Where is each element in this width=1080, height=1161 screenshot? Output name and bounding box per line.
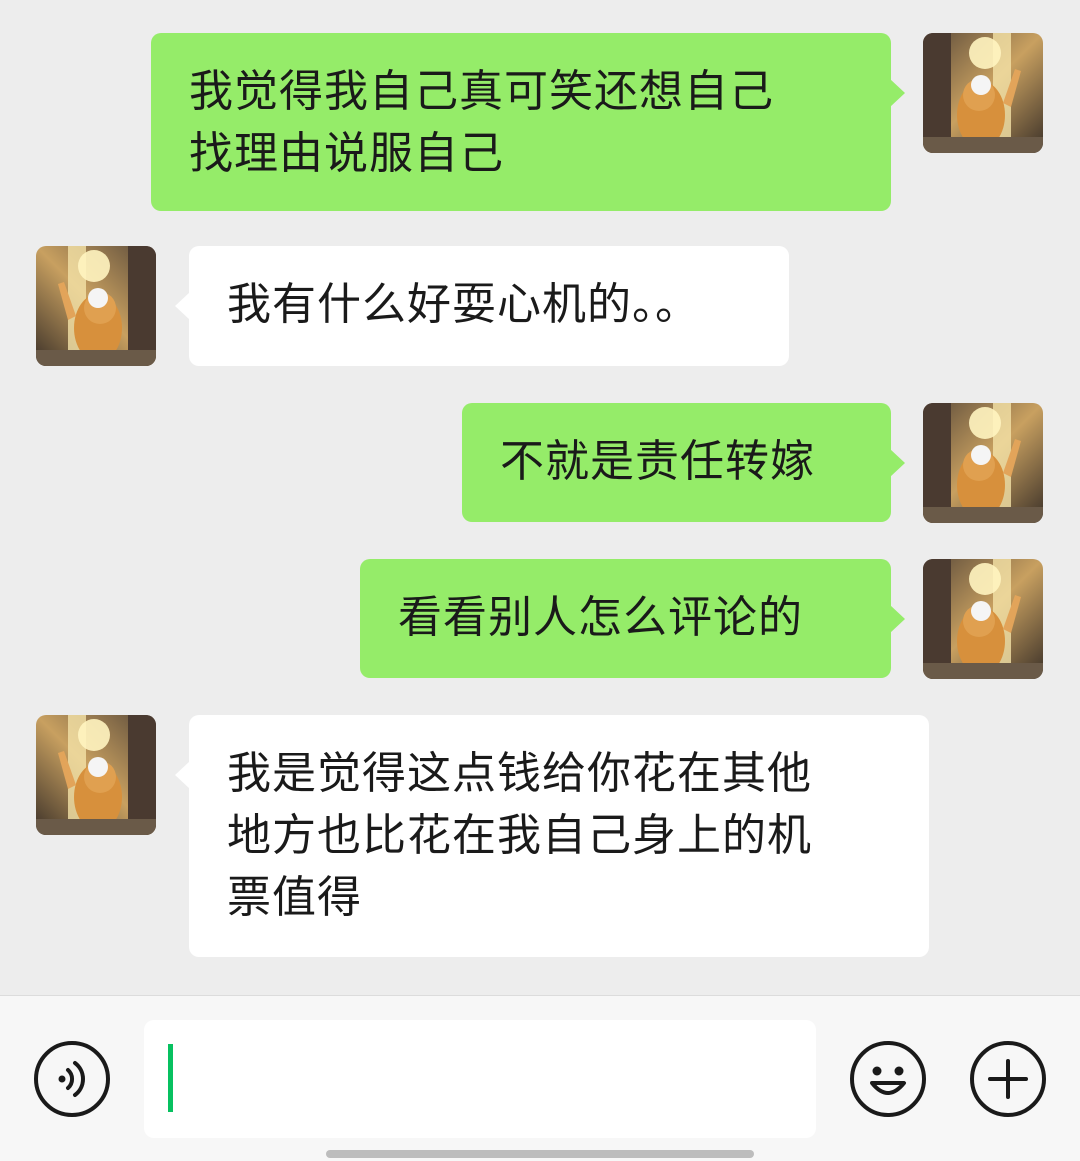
contact-avatar[interactable] bbox=[36, 715, 156, 835]
cat-avatar-image bbox=[36, 246, 156, 366]
voice-button[interactable] bbox=[32, 1039, 112, 1119]
input-bar bbox=[0, 995, 1080, 1161]
cat-avatar-image bbox=[923, 403, 1043, 523]
cat-avatar-image bbox=[36, 715, 156, 835]
message-bubble-received[interactable]: 我有什么好耍心机的。。 bbox=[175, 246, 789, 366]
text-caret bbox=[168, 1044, 173, 1112]
message-text: 我有什么好耍心机的。。 bbox=[227, 279, 700, 330]
home-indicator[interactable] bbox=[326, 1150, 754, 1158]
message-text: 不就是责任转嫁 bbox=[500, 436, 815, 487]
voice-icon bbox=[34, 1041, 110, 1117]
my-avatar[interactable] bbox=[923, 33, 1043, 153]
message-bubble-sent[interactable]: 看看别人怎么评论的 bbox=[360, 559, 905, 678]
plus-icon bbox=[970, 1041, 1046, 1117]
emoji-icon bbox=[850, 1041, 926, 1117]
my-avatar[interactable] bbox=[923, 559, 1043, 679]
my-avatar[interactable] bbox=[923, 403, 1043, 523]
contact-avatar[interactable] bbox=[36, 246, 156, 366]
chat-area: 我觉得我自己真可笑还想自己 找理由说服自己 我有什么好耍心机的。。 不就是责任转… bbox=[0, 0, 1080, 995]
message-bubble-received[interactable]: 我是觉得这点钱给你花在其他 地方也比花在我自己身上的机 票值得 bbox=[175, 715, 929, 957]
message-text: 我觉得我自己真可笑还想自己 找理由说服自己 bbox=[189, 66, 774, 179]
message-input[interactable] bbox=[144, 1020, 816, 1138]
more-button[interactable] bbox=[968, 1039, 1048, 1119]
message-text: 我是觉得这点钱给你花在其他 地方也比花在我自己身上的机 票值得 bbox=[227, 748, 812, 923]
message-bubble-sent[interactable]: 我觉得我自己真可笑还想自己 找理由说服自己 bbox=[151, 33, 905, 211]
cat-avatar-image bbox=[923, 33, 1043, 153]
message-text: 看看别人怎么评论的 bbox=[398, 592, 803, 643]
cat-avatar-image bbox=[923, 559, 1043, 679]
emoji-button[interactable] bbox=[848, 1039, 928, 1119]
message-bubble-sent[interactable]: 不就是责任转嫁 bbox=[462, 403, 905, 522]
